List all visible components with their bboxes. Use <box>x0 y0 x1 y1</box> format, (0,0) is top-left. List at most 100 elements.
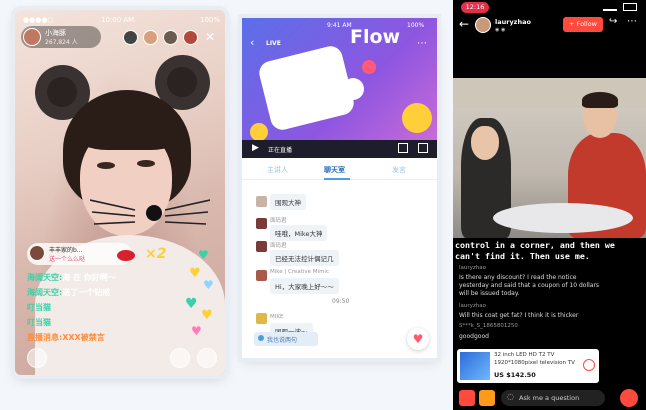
message-avatar <box>256 241 267 252</box>
fullscreen-icon[interactable] <box>418 143 428 153</box>
message-sender: Mike | Creative Mimic <box>270 269 329 275</box>
more-icon[interactable]: ⋯ <box>627 16 637 27</box>
video-shape <box>402 103 432 133</box>
message-bubble: 围观大神 <box>270 194 306 210</box>
message-sender: 面码君 <box>270 243 287 249</box>
signal-icon: ●●●●○ <box>23 16 54 24</box>
heart-icon: ♥ <box>185 296 198 312</box>
playing-label: 正在直播 <box>268 147 293 154</box>
battery-icon <box>623 3 637 11</box>
status-time: 9:41 AM <box>327 22 352 29</box>
message-timestamp: 09:50 <box>332 298 350 305</box>
status-time-pill: 12:16 <box>461 2 489 13</box>
chat-input[interactable]: 我也说两句 <box>254 332 318 346</box>
phone-screen-beauty-live: ●●●●○ 10:00 AM 100% 小海豚 267,824 人 ✕ 丰丰家的… <box>15 10 225 375</box>
phone-screen-shopping-live: 12:16 ← lauryzhao ◉ ◉ + Follow ↪ ⋯ contr… <box>453 0 646 410</box>
play-icon[interactable]: ▶ <box>252 143 259 153</box>
coupon-button[interactable] <box>479 390 495 406</box>
whiskers-sticker <box>90 199 210 225</box>
chat-list: 海阔天空:海 在 你好啊～ 海阔天空:送了一个钻戒 叮当猫 叮当猫 直播消息:X… <box>27 272 177 343</box>
video-player[interactable] <box>242 18 437 141</box>
message-bubble: 已经无法控计偶记几 <box>270 250 339 266</box>
phone-screen-lecture-live: 9:41 AM 100% ‹ LIVE Flow ⋯ ▶ 正在直播 主讲人 聊天… <box>242 18 437 358</box>
viewer-avatar[interactable] <box>123 30 138 45</box>
heart-icon: ♥ <box>198 248 209 262</box>
bangs <box>75 102 183 150</box>
more-icon[interactable]: ⋯ <box>417 38 427 49</box>
streamer-name: lauryzhao <box>495 18 531 26</box>
viewer-avatar[interactable] <box>183 30 198 45</box>
message-sender: 面码君 <box>270 218 287 224</box>
video-shape <box>342 78 364 100</box>
chat-user: 叮当猫 <box>27 318 51 327</box>
like-button[interactable]: ♥ <box>407 328 429 350</box>
product-subtitle: 1920*1080pixel television TV <box>494 360 575 366</box>
gift-text: 送一个么么哒 <box>49 256 86 263</box>
lips-gift-icon <box>117 250 135 261</box>
chat-item: 叮当猫 <box>27 302 177 313</box>
message-avatar <box>256 270 267 281</box>
chat-user: 直播消息: <box>27 333 63 342</box>
viewer-avatars[interactable]: ✕ <box>123 30 223 48</box>
comment-user: lauryzhao <box>459 303 487 309</box>
floating-hearts: ♥ ♥ ♥ ♥ ♥ ♥ <box>183 248 223 343</box>
chat-item: 直播消息:XXX被禁言 <box>27 332 177 343</box>
viewer-count: 267,824 人 <box>45 39 78 46</box>
heart-icon: ♥ <box>191 324 202 338</box>
ask-input[interactable]: ◌ Ask me a question <box>501 390 605 406</box>
chat-user: 叮当猫 <box>27 303 51 312</box>
tab-speak[interactable]: 发言 <box>392 165 406 175</box>
tab-chatroom[interactable]: 聊天室 <box>324 165 345 175</box>
comment-user: lauryzhao <box>459 265 487 271</box>
subtitle-line: control in a corner, and then we <box>455 240 615 250</box>
chat-text: 海 在 你好啊～ <box>62 273 116 282</box>
person-right-hair <box>582 92 618 108</box>
tab-indicator <box>324 178 350 180</box>
video-title: Flow <box>350 26 401 48</box>
chat-item: 海阔天空:海 在 你好啊～ <box>27 272 177 283</box>
heart-icon: ♥ <box>201 308 213 323</box>
host-info-pill[interactable]: 小海豚 267,824 人 <box>21 26 101 48</box>
status-time: 10:00 AM <box>101 16 135 24</box>
comment-text: Will this coat get fat? I think it is th… <box>459 312 579 319</box>
follow-button[interactable]: + Follow <box>563 17 603 32</box>
viewer-avatar[interactable] <box>143 30 158 45</box>
chat-text: XXX被禁言 <box>62 333 105 342</box>
tab-bar: 主讲人 聊天室 发言 <box>242 158 437 180</box>
chat-item: 叮当猫 <box>27 317 177 328</box>
battery-label: 100% <box>407 22 425 29</box>
person-left-face <box>471 126 499 160</box>
video-shape <box>362 60 376 74</box>
cart-icon[interactable] <box>583 359 595 371</box>
gift-multiplier: ×2 <box>145 246 167 262</box>
viewer-avatar[interactable] <box>163 30 178 45</box>
eye-right <box>137 160 155 167</box>
chat-bubble-icon: ◌ <box>507 392 514 401</box>
like-button[interactable] <box>620 389 638 407</box>
comment-text: goodgood <box>459 333 489 340</box>
comment-icon[interactable] <box>27 348 47 368</box>
back-icon[interactable]: ‹ <box>250 36 254 49</box>
like-icon[interactable] <box>197 348 217 368</box>
chat-input-icon <box>258 335 264 341</box>
video-shape <box>250 123 268 141</box>
chat-text: 送了一个钻戒 <box>62 288 111 297</box>
product-card[interactable]: 32 inch LED HD T2 TV 1920*1080pixel tele… <box>457 349 599 383</box>
chat-user: 海阔天空: <box>27 273 63 282</box>
chat-item: 海阔天空:送了一个钻戒 <box>27 287 177 298</box>
share-icon[interactable]: ↪ <box>609 16 617 27</box>
tab-speaker[interactable]: 主讲人 <box>267 165 288 175</box>
cast-icon[interactable] <box>398 143 408 153</box>
signal-icon <box>603 3 617 11</box>
streamer-avatar[interactable] <box>475 17 491 33</box>
close-icon[interactable]: ✕ <box>205 30 215 44</box>
comment-user: S***k_S_1865801250 <box>459 323 518 329</box>
back-icon[interactable]: ← <box>459 17 469 31</box>
bag-button[interactable] <box>459 390 475 406</box>
comment-text: Is there any discount? I read the notice… <box>459 274 600 297</box>
gift-icon[interactable] <box>170 348 190 368</box>
subtitle-line: can't find it. Then use me. <box>455 251 590 261</box>
sender-avatar <box>29 245 45 261</box>
host-avatar[interactable] <box>23 28 41 46</box>
live-video[interactable] <box>453 78 646 238</box>
